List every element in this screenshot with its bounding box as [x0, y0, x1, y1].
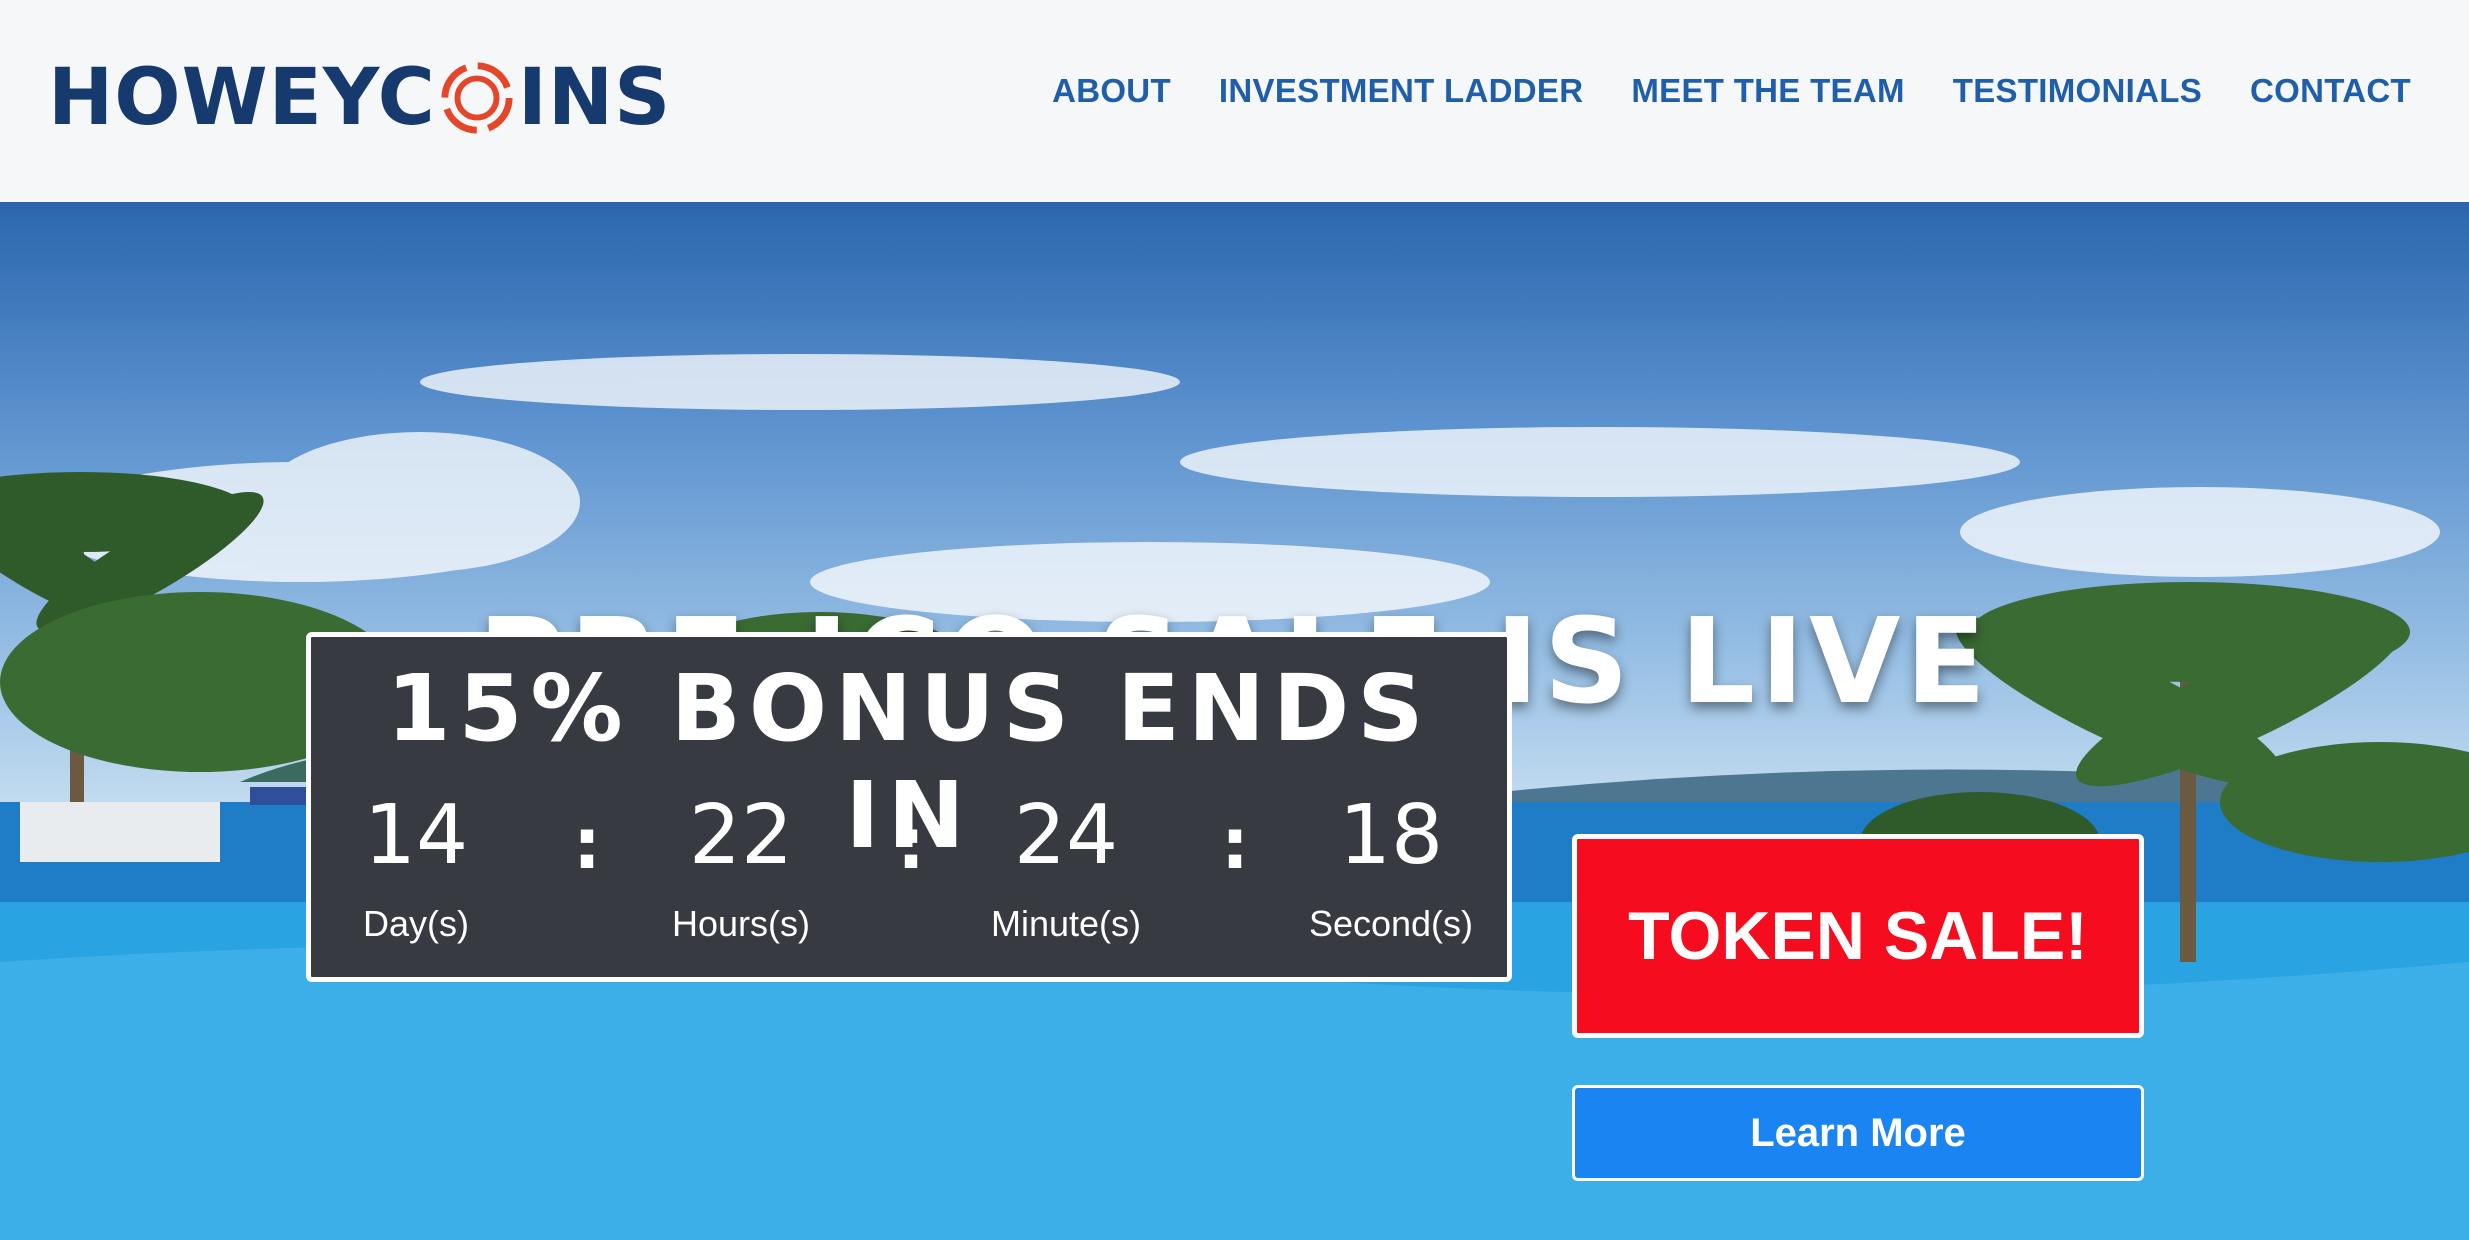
nav-about[interactable]: ABOUT — [1052, 72, 1171, 110]
logo-wordmark: HOWEYC INS — [48, 59, 671, 137]
nav-investment-ladder[interactable]: INVESTMENT LADDER — [1219, 72, 1583, 110]
logo-text-right: INS — [517, 53, 672, 143]
learn-more-button[interactable]: Learn More — [1572, 1085, 2144, 1181]
countdown-days-label: Day(s) — [363, 903, 469, 944]
howeycoins-logo[interactable]: HOWEYC INS — [48, 52, 671, 144]
bonus-countdown: 15% BONUS ENDS IN 14 Day(s) : 22 Hours(s… — [306, 632, 1512, 982]
countdown-hours-label: Hours(s) — [671, 903, 810, 944]
countdown-seconds-value: 18 — [1338, 788, 1444, 883]
main-nav: ABOUT INVESTMENT LADDER MEET THE TEAM TE… — [1052, 72, 2411, 110]
countdown-seconds: 18 Second(s) — [1291, 795, 1491, 945]
coin-ring-icon — [441, 62, 513, 134]
countdown-separator: : — [1221, 803, 1249, 885]
countdown-separator: : — [573, 803, 601, 885]
logo-text-left: HOWEYC — [48, 53, 436, 143]
countdown-days-value: 14 — [363, 788, 469, 883]
nav-contact[interactable]: CONTACT — [2250, 72, 2411, 110]
countdown-hours: 22 Hours(s) — [641, 795, 841, 945]
countdown-minutes: 24 Minute(s) — [966, 795, 1166, 945]
nav-meet-the-team[interactable]: MEET THE TEAM — [1631, 72, 1904, 110]
hero-section: PRE-ICO SALE IS LIVE 15% BONUS ENDS IN 1… — [0, 202, 2469, 1240]
countdown-separator: : — [897, 803, 925, 885]
countdown-minutes-value: 24 — [1013, 788, 1119, 883]
countdown-hours-value: 22 — [688, 788, 794, 883]
nav-testimonials[interactable]: TESTIMONIALS — [1953, 72, 2202, 110]
countdown-seconds-label: Second(s) — [1308, 903, 1474, 944]
token-sale-button[interactable]: TOKEN SALE! — [1572, 834, 2144, 1038]
countdown-minutes-label: Minute(s) — [990, 903, 1142, 944]
countdown-days: 14 Day(s) — [316, 795, 516, 945]
site-header: HOWEYC INS ABOUT INVESTMENT LADDER MEET … — [0, 0, 2469, 202]
